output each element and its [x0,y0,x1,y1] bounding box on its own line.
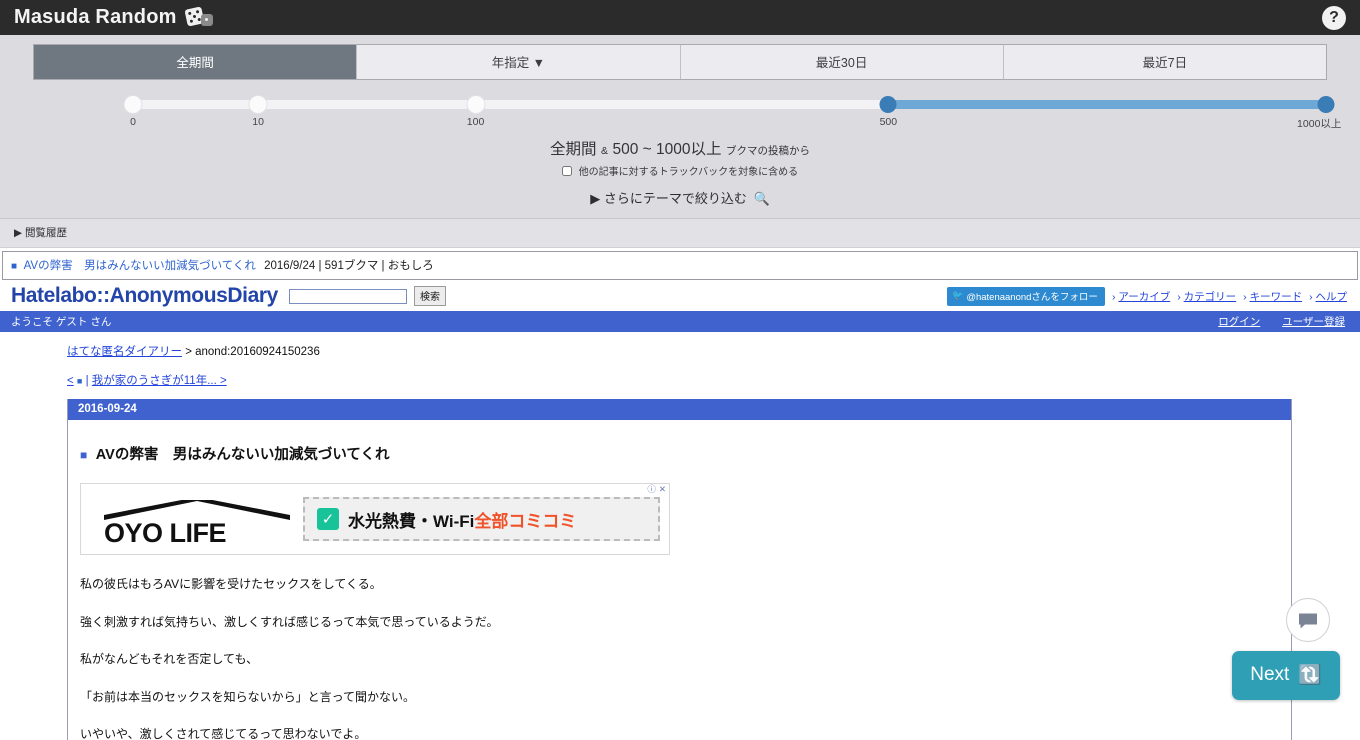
welcome-text: ようこそ ゲスト さん [11,316,112,329]
history-entry-meta: 2016/9/24 | 591ブクマ | おもしろ [264,260,434,273]
dice-icon [184,5,216,29]
hatena-logo[interactable]: Hatelabo::AnonymousDiary [11,284,278,308]
history-entry[interactable]: ■ AVの弊害 男はみんないい加減気づいてくれ 2016/9/24 | 591ブ… [2,251,1358,281]
history-toggle[interactable]: ▶ 閲覧履歴 [0,219,1360,249]
slider-handle-0[interactable] [124,96,142,113]
twitter-follow-label: @hatenaanondさんをフォロー [966,291,1098,303]
nav-help[interactable]: › ヘルプ [1309,289,1347,304]
ad-close-icon[interactable]: ✕ [659,485,666,494]
entry-bullet-icon: ■ [80,448,88,463]
slider-tick-500: 500 [879,116,898,128]
twitter-follow-button[interactable]: 🐦 @hatenaanondさんをフォロー [947,286,1105,306]
summary-counts: 500 ~ 1000以上 [612,141,722,158]
nav-category[interactable]: › カテゴリー [1177,289,1236,304]
breadcrumb: はてな匿名ダイアリー > anond:20160924150236 [67,343,1360,359]
slider-handle-1000plus[interactable] [1317,96,1335,113]
slider-track-active [885,100,1327,109]
entry-paragraph: 私の彼氏はもろAVに影響を受けたセックスをしてくる。 [80,577,382,592]
breadcrumb-current: anond:20160924150236 [195,346,320,359]
slider-tick-10: 10 [252,116,264,128]
nav-pipe: | [85,375,89,388]
summary-tail: ブクマの投稿から [725,145,810,157]
slider-handle-500[interactable] [879,96,897,113]
slider-tick-1000plus: 1000以上 [1297,118,1342,130]
twitter-bird-icon: 🐦 [952,290,964,301]
slider-tick-0: 0 [130,116,136,128]
filter-panel: 全期間 年指定 ▼ 最近30日 最近7日 0 10 100 500 1000以上… [0,35,1360,220]
search-button[interactable]: 検索 [413,286,446,307]
ad-copy: 水光熱費・Wi-Fi全部コミコミ [348,507,576,532]
chat-button[interactable] [1286,598,1330,642]
hatena-user-bar: ようこそ ゲスト さん ログイン ユーザー登録 [0,311,1360,333]
tab-year-select[interactable]: 年指定 ▼ [357,45,681,79]
sync-icon: 🔃 [1298,665,1322,686]
login-link[interactable]: ログイン [1218,314,1260,329]
trackback-checkbox[interactable] [561,166,572,177]
hatena-header: Hatelabo::AnonymousDiary 検索 🐦 @hatenaano… [0,280,1360,312]
day-header: 2016-09-24 [68,399,1291,421]
trackback-row: 他の記事に対するトラックバックを対象に含める [0,163,1360,178]
app-header: Masuda Random ? [0,0,1360,35]
entry-title: ■ AVの弊害 男はみんないい加減気づいてくれ [80,443,1291,464]
summary-amp: & [601,145,609,157]
day-body: ■ AVの弊害 男はみんないい加減気づいてくれ ⓘ ✕ OYO LIFE ✓ 水… [68,420,1291,740]
chat-bubble-icon [1299,613,1317,629]
tab-all-period[interactable]: 全期間 [34,45,358,79]
main-content: はてな匿名ダイアリー > anond:20160924150236 < ■ | … [0,332,1360,740]
help-icon[interactable]: ? [1322,5,1346,30]
nav-keyword[interactable]: › キーワード [1243,289,1302,304]
entry-paragraph: いやいや、激しくされて感じてるって思わないでよ。 [80,726,367,740]
day-container: 2016-09-24 ■ AVの弊害 男はみんないい加減気づいてくれ ⓘ ✕ O… [67,399,1292,740]
summary-range: 全期間 [550,141,597,158]
filter-summary: 全期間 & 500 ~ 1000以上 ブクマの投稿から [0,137,1360,159]
next-button-label: Next [1250,664,1290,685]
entry-paragraph: 私がなんどもそれを否定しても、 [80,652,259,667]
slider-handle-100[interactable] [467,96,485,113]
search-input[interactable] [288,288,407,304]
period-tab-bar: 全期間 年指定 ▼ 最近30日 最近7日 [33,44,1327,80]
ad-info-icon[interactable]: ⓘ [647,485,656,494]
slider-handle-10[interactable] [249,96,267,113]
entry-navigation: < ■ | 我が家のうさぎが11年... > [67,372,1360,388]
ad-brand-text: OYO LIFE [104,518,227,549]
ad-copy-box: ✓ 水光熱費・Wi-Fi全部コミコミ [303,497,660,542]
ad-copy-plain: 水光熱費・Wi-Fi [348,511,475,531]
bookmark-count-slider[interactable]: 0 10 100 500 1000以上 [33,95,1341,131]
breadcrumb-home-link[interactable]: はてな匿名ダイアリー [67,346,182,358]
ad-badges: ⓘ ✕ [647,485,666,494]
slider-tick-100: 100 [466,116,485,128]
tab-last-7-days[interactable]: 最近7日 [1004,45,1326,79]
app-title: Masuda Random [14,6,177,28]
theme-filter-label: ▶ さらにテーマで絞り込む [590,191,747,207]
next-button[interactable]: Next 🔃 [1232,651,1340,700]
hatena-header-right: 🐦 @hatenaanondさんをフォロー › アーカイブ › カテゴリー › … [947,286,1349,306]
theme-filter-toggle[interactable]: ▶ さらにテーマで絞り込む 🔍 [0,188,1360,207]
search-icon: 🔍 [753,191,770,207]
trackback-label: 他の記事に対するトラックバックを対象に含める [578,167,799,178]
ad-brand-logo: OYO LIFE [88,494,303,548]
entry-title-text: AVの弊害 男はみんないい加減気づいてくれ [95,447,390,464]
history-bullet-icon: ■ [11,261,18,273]
ad-copy-highlight: 全部コミコミ [474,511,577,531]
register-link[interactable]: ユーザー登録 [1282,314,1345,329]
prev-entry-link[interactable]: < [67,375,74,387]
auth-links: ログイン ユーザー登録 [1218,314,1349,329]
entry-paragraph: 「お前は本当のセックスを知らないから」と言って聞かない。 [80,689,416,704]
tab-last-30-days[interactable]: 最近30日 [681,45,1004,79]
entry-paragraph: 強く刺激すれば気持ちい、激しくすれば感じるって本気で思っているようだ。 [80,614,499,629]
prev-bullet-icon: ■ [76,376,83,387]
check-icon: ✓ [317,508,339,531]
next-entry-link[interactable]: 我が家のうさぎが11年... > [92,375,227,387]
advertisement[interactable]: ⓘ ✕ OYO LIFE ✓ 水光熱費・Wi-Fi全部コミコミ [80,483,670,556]
history-entry-title[interactable]: AVの弊害 男はみんないい加減気づいてくれ [24,260,256,272]
nav-archive[interactable]: › アーカイブ [1112,289,1170,304]
breadcrumb-separator: > [185,346,192,359]
